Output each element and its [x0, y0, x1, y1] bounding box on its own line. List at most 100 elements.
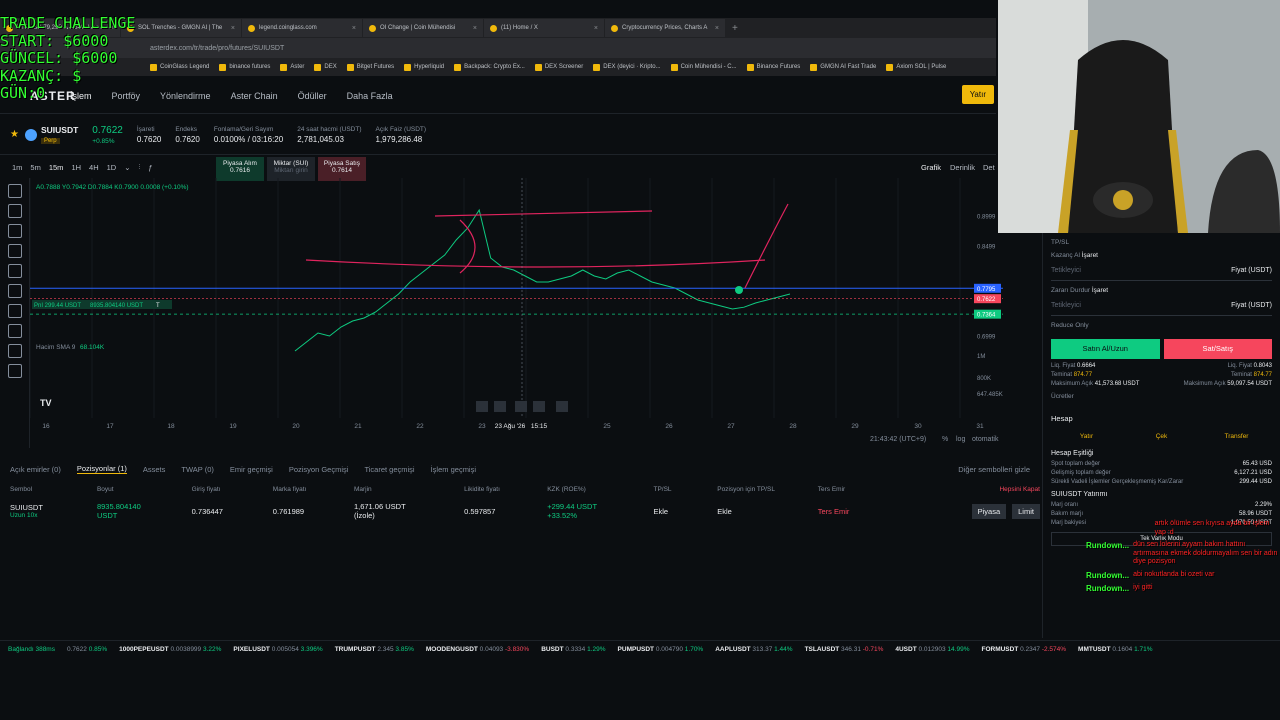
- sl-type-select[interactable]: İşaret: [1092, 287, 1108, 294]
- ticker-item[interactable]: TRUMPUSDT 2.345 3.85%: [335, 646, 414, 653]
- tp-type-select[interactable]: İşaret: [1082, 252, 1098, 259]
- bookmark-item[interactable]: DEX Screener: [534, 63, 583, 71]
- ticker-item[interactable]: AAPLUSDT 313.37 1.44%: [715, 646, 792, 653]
- ticker-item[interactable]: PUMPUSDT 0.004790 1.70%: [618, 646, 704, 653]
- nav-item-aster-chain[interactable]: Aster Chain: [231, 91, 278, 101]
- symbol-selector[interactable]: SUIUSDT Perp: [40, 125, 78, 144]
- scroll-left-button[interactable]: [515, 401, 527, 412]
- close-icon[interactable]: ×: [594, 25, 598, 32]
- bookmark-item[interactable]: Coin Mühendisi - C...: [670, 63, 737, 71]
- zoom-in-button[interactable]: [494, 401, 506, 412]
- bookmark-item[interactable]: Hyperliquid: [404, 63, 444, 71]
- tab-positions[interactable]: Pozisyonlar (1): [76, 464, 127, 474]
- sl-input[interactable]: Tetikleyici Fiyat (USDT): [1051, 296, 1272, 316]
- scroll-right-button[interactable]: [533, 401, 545, 412]
- close-market-button[interactable]: Piyasa: [971, 503, 1007, 519]
- ticker-item[interactable]: 0.7622 0.85%: [67, 646, 107, 653]
- magnet-icon[interactable]: [8, 344, 22, 358]
- chevron-down-icon[interactable]: ⌄: [124, 163, 130, 172]
- bookmark-item[interactable]: Aster: [280, 63, 304, 71]
- fib-icon[interactable]: [8, 224, 22, 238]
- indicators-icon[interactable]: ƒ: [148, 163, 152, 172]
- account-transfer-button[interactable]: Transfer: [1201, 429, 1272, 444]
- bookmark-item[interactable]: DEX: [314, 63, 337, 71]
- zoom-icon[interactable]: [8, 324, 22, 338]
- trendline-icon[interactable]: [8, 204, 22, 218]
- text-icon[interactable]: [8, 264, 22, 278]
- bookmark-item[interactable]: Axiom SOL | Pulse: [886, 63, 946, 71]
- close-icon[interactable]: ×: [231, 25, 235, 32]
- auto-toggle[interactable]: otomatik: [972, 436, 998, 443]
- ticker-item[interactable]: MMTUSDT 0.1604 1.71%: [1078, 646, 1152, 653]
- interval-15m[interactable]: 15m: [49, 163, 64, 172]
- bookmark-item[interactable]: binance futures: [219, 63, 270, 71]
- tab-twap[interactable]: TWAP (0): [181, 465, 214, 474]
- brush-icon[interactable]: [8, 244, 22, 258]
- bookmark-item[interactable]: DEX (deyici · Kripto...: [593, 63, 661, 71]
- nav-item-more[interactable]: Daha Fazla: [347, 91, 393, 101]
- ticker-item[interactable]: MOODENGUSDT 0.04093 -3.830%: [426, 646, 529, 653]
- account-deposit-button[interactable]: Yatır: [1051, 429, 1122, 444]
- bookmark-item[interactable]: GMGN AI Fast Trade: [810, 63, 876, 71]
- lock-icon[interactable]: [8, 364, 22, 378]
- add-position-tpsl-button[interactable]: Ekle: [717, 507, 817, 516]
- nav-item-referral[interactable]: Yönlendirme: [160, 91, 211, 101]
- ticker-item[interactable]: BUSDT 0.3334 1.29%: [541, 646, 605, 653]
- price-chart[interactable]: A0.7888 Y0.7942 D0.7884 K0.7900 0.0008 (…: [30, 178, 1003, 418]
- pattern-icon[interactable]: [8, 284, 22, 298]
- log-toggle[interactable]: log: [956, 436, 965, 443]
- star-icon[interactable]: ★: [10, 129, 19, 140]
- tab-assets[interactable]: Assets: [143, 465, 166, 474]
- interval-1m[interactable]: 1m: [12, 163, 22, 172]
- tab-order-history[interactable]: Emir geçmişi: [230, 465, 273, 474]
- deposit-button[interactable]: Yatır: [961, 85, 994, 104]
- bookmark-item[interactable]: CoinGlass Legend: [150, 63, 209, 71]
- add-tpsl-button[interactable]: Ekle: [653, 507, 717, 516]
- zoom-out-button[interactable]: [476, 401, 488, 412]
- bookmark-item[interactable]: Bitget Futures: [346, 63, 394, 71]
- interval-5m[interactable]: 5m: [30, 163, 40, 172]
- ticker-item[interactable]: 1000PEPEUSDT 0.0038999 3.22%: [119, 646, 221, 653]
- browser-tab[interactable]: SOL Trenches - GMGN AI | The ×: [121, 19, 241, 37]
- tab-open-orders[interactable]: Açık emirler (0): [10, 465, 61, 474]
- ticker-item[interactable]: FORMUSDT 0.2347 -2.574%: [981, 646, 1066, 653]
- nav-item-rewards[interactable]: Ödüller: [298, 91, 327, 101]
- browser-tab[interactable]: Cryptocurrency Prices, Charts A ×: [605, 19, 725, 37]
- browser-tab[interactable]: OI Change | Coin Mühendisi ×: [363, 19, 483, 37]
- sell-short-button[interactable]: Sat/Satış: [1163, 339, 1272, 359]
- interval-1d[interactable]: 1D: [107, 163, 117, 172]
- percent-toggle[interactable]: %: [942, 436, 948, 443]
- ticker-item[interactable]: PIXELUSDT 0.005054 3.396%: [233, 646, 322, 653]
- fees-link[interactable]: Ücretler: [1051, 393, 1272, 400]
- close-all-button[interactable]: Hepsini Kapat: [924, 486, 1039, 493]
- close-icon[interactable]: ×: [715, 25, 719, 32]
- tab-position-history[interactable]: Pozisyon Geçmişi: [289, 465, 349, 474]
- tab-depth[interactable]: Derinlik: [950, 163, 975, 172]
- browser-tab[interactable]: (11) Home / X ×: [484, 19, 604, 37]
- new-tab-icon[interactable]: +: [732, 23, 738, 34]
- tp-input[interactable]: Tetikleyici Fiyat (USDT): [1051, 261, 1272, 281]
- ticker-item[interactable]: TSLAUSDT 346.31 -0.71%: [805, 646, 884, 653]
- hide-other-symbols-checkbox[interactable]: Diğer sembolleri gizle: [958, 465, 1030, 474]
- ticker-item[interactable]: 4USDT 0.012903 14.99%: [895, 646, 969, 653]
- bookmark-item[interactable]: Binance Futures: [746, 63, 800, 71]
- account-withdraw-button[interactable]: Çek: [1126, 429, 1197, 444]
- browser-tab[interactable]: legend.coinglass.com ×: [242, 19, 362, 37]
- buy-long-button[interactable]: Satın Al/Uzun: [1051, 339, 1160, 359]
- bookmark-item[interactable]: Backpack: Crypto Ex...: [454, 63, 525, 71]
- close-limit-button[interactable]: Limit: [1012, 503, 1040, 519]
- close-icon[interactable]: ×: [352, 25, 356, 32]
- crosshair-icon[interactable]: [8, 184, 22, 198]
- reset-button[interactable]: [556, 401, 568, 412]
- measure-icon[interactable]: [8, 304, 22, 318]
- candle-type-icon[interactable]: ⫶: [139, 162, 141, 172]
- close-icon[interactable]: ×: [473, 25, 477, 32]
- tab-trade-history[interactable]: Ticaret geçmişi: [364, 465, 414, 474]
- interval-4h[interactable]: 4H: [89, 163, 99, 172]
- interval-1h[interactable]: 1H: [71, 163, 81, 172]
- reduce-only-checkbox[interactable]: Reduce Only: [1051, 322, 1272, 329]
- tab-details[interactable]: Det: [983, 163, 995, 172]
- url-bar[interactable]: asterdex.com/tr/trade/pro/futures/SUIUSD…: [0, 38, 996, 58]
- tab-chart[interactable]: Grafik: [921, 163, 941, 172]
- reverse-order-button[interactable]: Ters Emir: [818, 507, 924, 516]
